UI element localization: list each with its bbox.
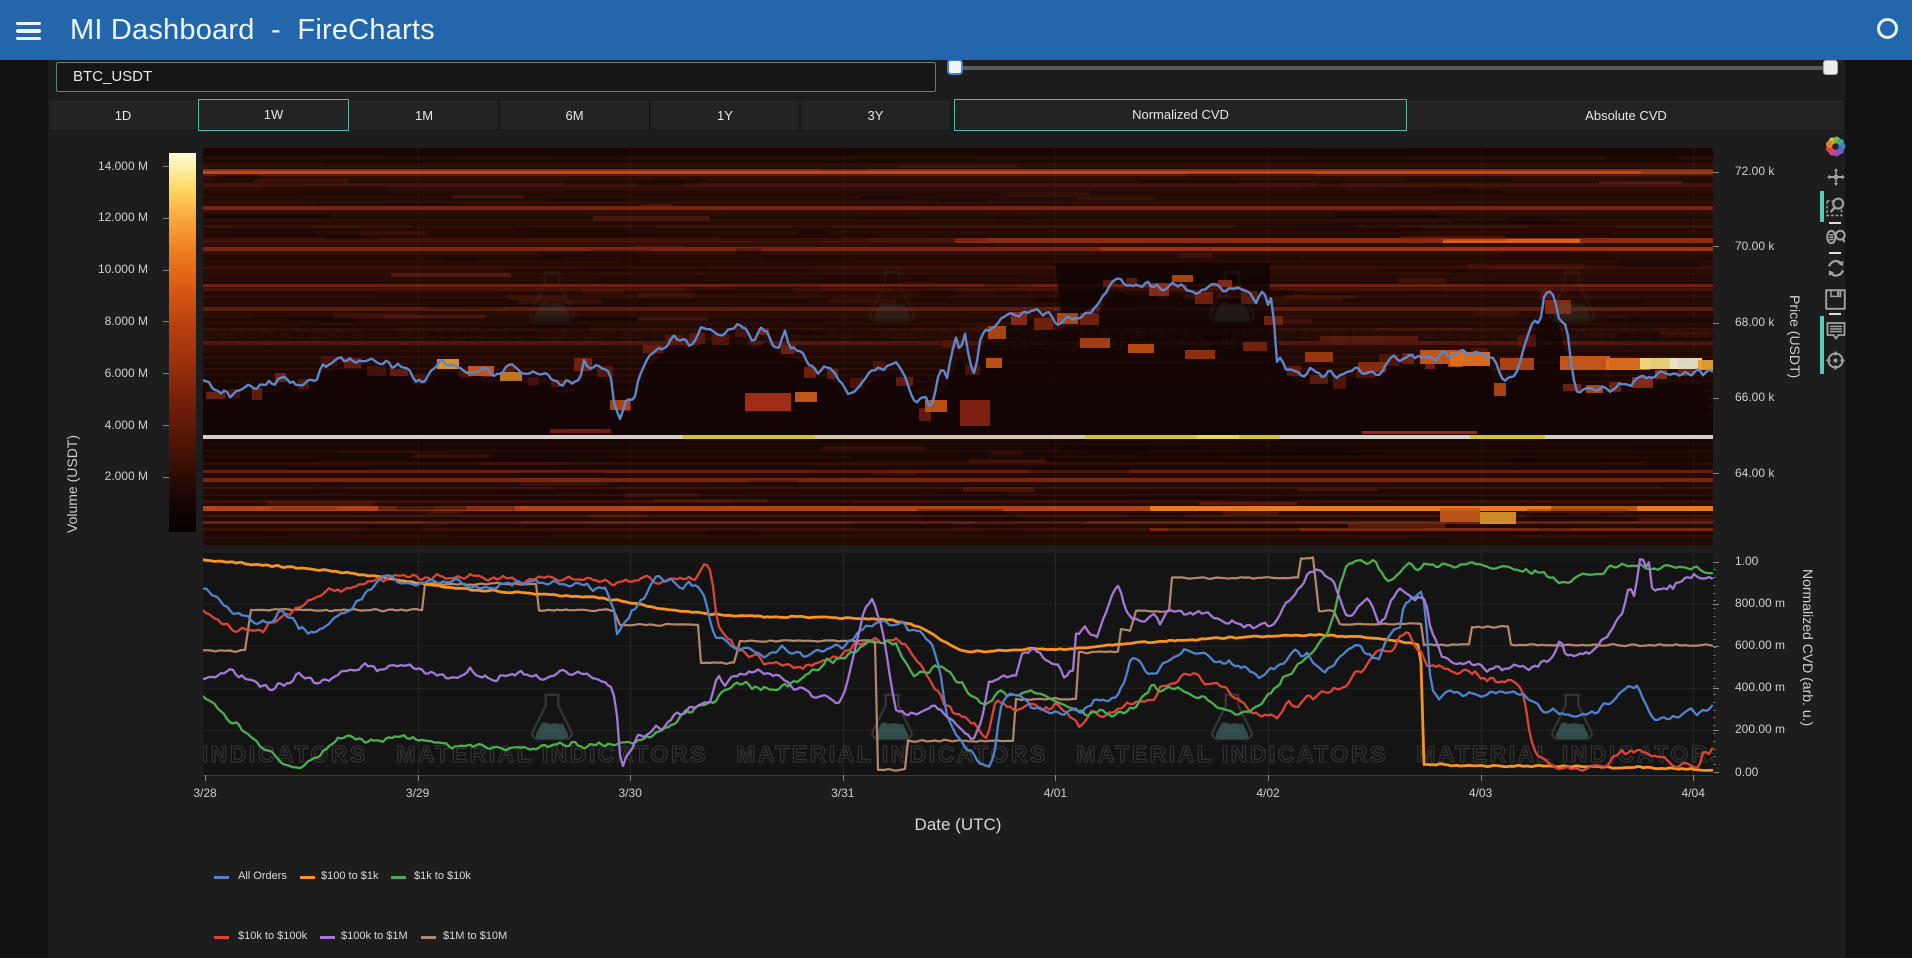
- svg-text:MATERIAL INDICATORS: MATERIAL INDICATORS: [396, 324, 708, 350]
- svg-text:MATERIAL INDICATORS: MATERIAL INDICATORS: [203, 741, 368, 767]
- svg-text:MATERIAL INDICATORS: MATERIAL INDICATORS: [1416, 324, 1713, 350]
- svg-text:MATERIAL INDICATORS: MATERIAL INDICATORS: [1076, 324, 1388, 350]
- svg-text:MATERIAL INDICATORS: MATERIAL INDICATORS: [203, 324, 368, 350]
- svg-text:MATERIAL INDICATORS: MATERIAL INDICATORS: [1076, 741, 1388, 767]
- svg-text:MATERIAL INDICATORS: MATERIAL INDICATORS: [736, 741, 1048, 767]
